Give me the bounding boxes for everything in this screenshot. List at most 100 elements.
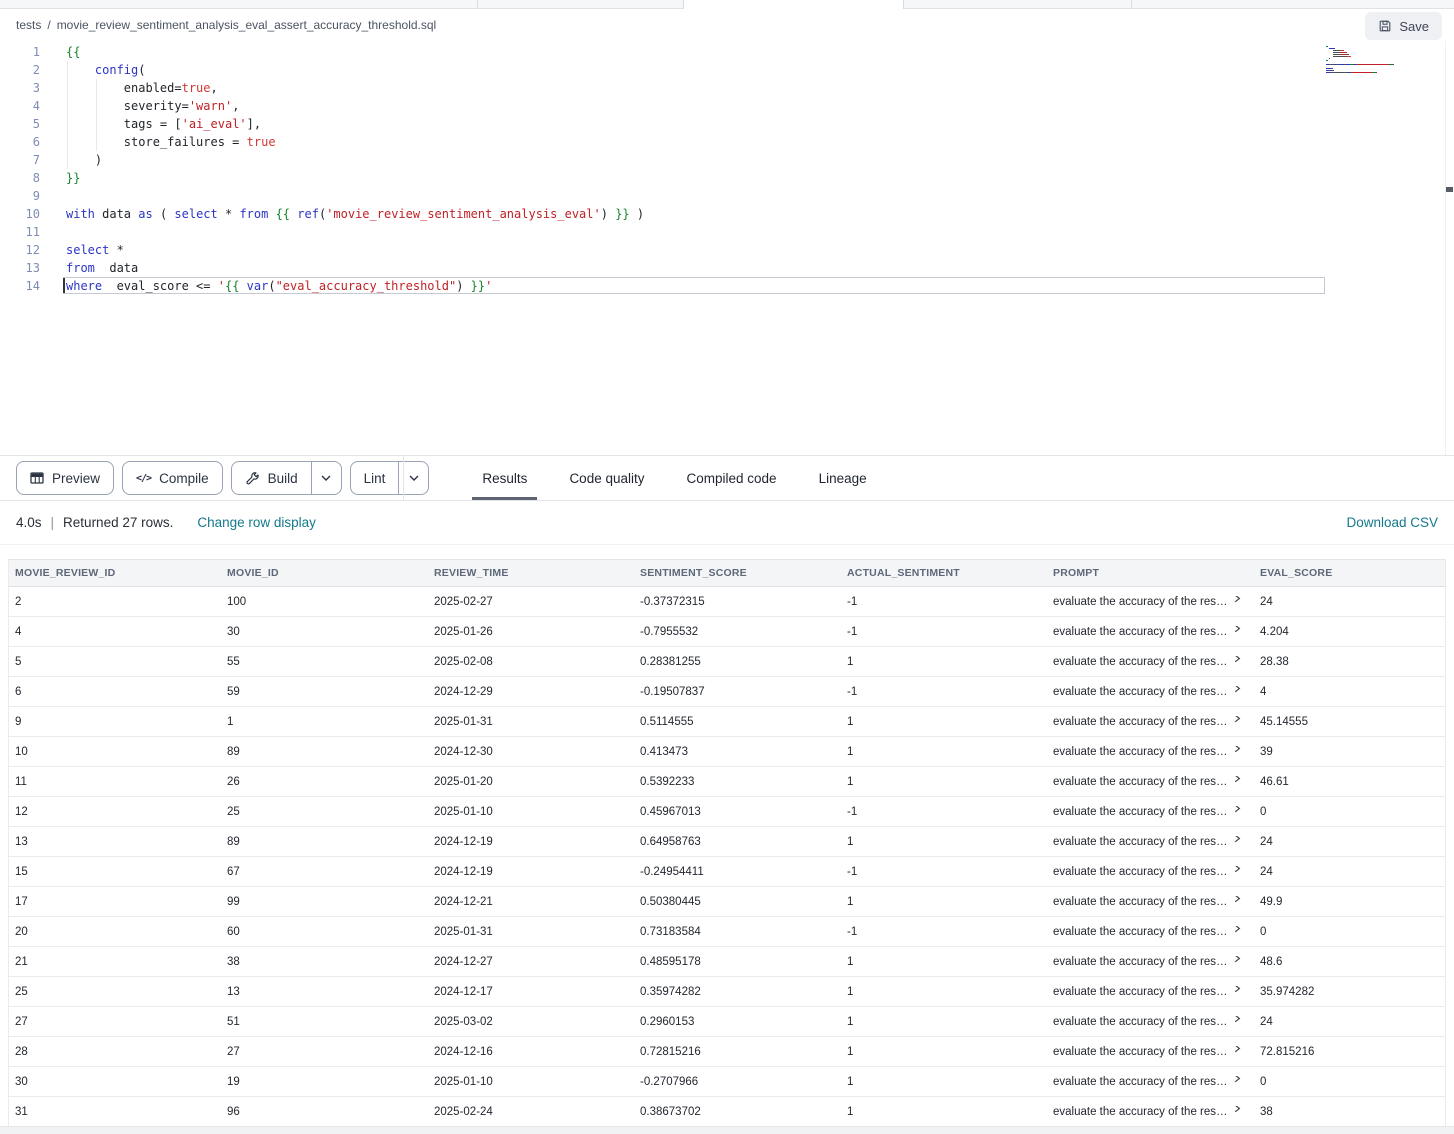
cell-review_time: 2025-02-27 xyxy=(428,596,634,608)
expand-cell-icon[interactable] xyxy=(1234,776,1241,786)
expand-cell-icon[interactable] xyxy=(1234,626,1241,636)
cell-movie_review_id: 9 xyxy=(9,716,221,728)
vertical-scrollbar-thumb[interactable] xyxy=(1446,187,1453,192)
code-line[interactable]: 14where eval_score <= '{{ var("eval_accu… xyxy=(0,277,1454,295)
cell-sentiment_score: 0.45967013 xyxy=(634,806,841,818)
code-line[interactable]: 9 xyxy=(0,187,1454,205)
code-line[interactable]: 12select * xyxy=(0,241,1454,259)
cell-movie_review_id: 31 xyxy=(9,1106,221,1118)
cell-movie_id: 30 xyxy=(221,626,428,638)
expand-cell-icon[interactable] xyxy=(1234,956,1241,966)
change-row-display-link[interactable]: Change row display xyxy=(197,515,316,530)
expand-cell-icon[interactable] xyxy=(1234,866,1241,876)
cell-eval_score: 24 xyxy=(1254,836,1445,848)
breadcrumb-folder[interactable]: tests xyxy=(16,18,41,32)
code-line[interactable]: 7 ) xyxy=(0,151,1454,169)
preview-button[interactable]: Preview xyxy=(17,462,113,494)
cell-review_time: 2024-12-29 xyxy=(428,686,634,698)
save-button-label: Save xyxy=(1399,19,1429,34)
column-header-prompt: PROMPT xyxy=(1047,567,1254,579)
minimap-line xyxy=(1326,64,1438,65)
cell-actual_sentiment: 1 xyxy=(841,956,1047,968)
code-text: store_failures = true xyxy=(40,133,276,151)
cell-prompt: evaluate the accuracy of the res… xyxy=(1047,716,1254,728)
compile-button[interactable]: </>Compile xyxy=(123,462,222,494)
minimap-line xyxy=(1326,66,1438,67)
cell-review_time: 2024-12-19 xyxy=(428,836,634,848)
expand-cell-icon[interactable] xyxy=(1234,1016,1241,1026)
expand-cell-icon[interactable] xyxy=(1234,986,1241,996)
code-line[interactable]: 2 config( xyxy=(0,61,1454,79)
cell-review_time: 2024-12-16 xyxy=(428,1046,634,1058)
cell-actual_sentiment: -1 xyxy=(841,596,1047,608)
active-file-tab[interactable] xyxy=(683,0,904,9)
code-editor[interactable]: 1{{2 config(3 enabled=true,4 severity='w… xyxy=(0,41,1454,455)
table-row: 4302025-01-26-0.7955532-1evaluate the ac… xyxy=(9,617,1445,647)
expand-cell-icon[interactable] xyxy=(1234,1076,1241,1086)
build-button[interactable]: Build xyxy=(232,462,311,494)
expand-cell-icon[interactable] xyxy=(1234,806,1241,816)
tab-lineage[interactable]: Lineage xyxy=(809,456,877,500)
download-csv-link[interactable]: Download CSV xyxy=(1346,515,1438,530)
cell-movie_review_id: 6 xyxy=(9,686,221,698)
code-text xyxy=(40,223,66,241)
cell-prompt: evaluate the accuracy of the res… xyxy=(1047,626,1254,638)
expand-cell-icon[interactable] xyxy=(1234,596,1241,606)
minimap-line xyxy=(1326,62,1438,63)
cell-sentiment_score: -0.24954411 xyxy=(634,866,841,878)
expand-cell-icon[interactable] xyxy=(1234,1106,1241,1116)
cell-actual_sentiment: 1 xyxy=(841,1106,1047,1118)
code-text: tags = ['ai_eval'], xyxy=(40,115,261,133)
prompt-preview-text: evaluate the accuracy of the res… xyxy=(1053,896,1228,908)
expand-cell-icon[interactable] xyxy=(1234,656,1241,666)
expand-cell-icon[interactable] xyxy=(1234,746,1241,756)
results-tabs: Results Code quality Compiled code Lineage xyxy=(461,456,887,500)
text-cursor xyxy=(63,278,65,293)
expand-cell-icon[interactable] xyxy=(1234,686,1241,696)
minimap-line xyxy=(1326,68,1438,69)
expand-cell-icon[interactable] xyxy=(1234,1046,1241,1056)
chevron-down-icon xyxy=(409,475,419,481)
tab-compiled-code[interactable]: Compiled code xyxy=(677,456,787,500)
cell-prompt: evaluate the accuracy of the res… xyxy=(1047,866,1254,878)
code-line[interactable]: 11 xyxy=(0,223,1454,241)
breadcrumb-bar: tests / movie_review_sentiment_analysis_… xyxy=(0,9,1454,41)
editor-minimap[interactable] xyxy=(1326,46,1438,74)
cell-review_time: 2025-03-02 xyxy=(428,1016,634,1028)
cell-eval_score: 0 xyxy=(1254,1076,1445,1088)
cell-sentiment_score: -0.19507837 xyxy=(634,686,841,698)
table-row: 10892024-12-300.4134731evaluate the accu… xyxy=(9,737,1445,767)
code-line[interactable]: 4 severity='warn', xyxy=(0,97,1454,115)
expand-cell-icon[interactable] xyxy=(1234,926,1241,936)
cell-movie_review_id: 17 xyxy=(9,896,221,908)
cell-sentiment_score: -0.37372315 xyxy=(634,596,841,608)
expand-cell-icon[interactable] xyxy=(1234,896,1241,906)
tab-results[interactable]: Results xyxy=(472,456,537,500)
line-number: 11 xyxy=(0,223,40,241)
lint-button[interactable]: Lint xyxy=(351,462,399,494)
save-button[interactable]: Save xyxy=(1365,12,1442,40)
prompt-preview-text: evaluate the accuracy of the res… xyxy=(1053,746,1228,758)
cell-actual_sentiment: 1 xyxy=(841,716,1047,728)
code-line[interactable]: 8}} xyxy=(0,169,1454,187)
code-line[interactable]: 13from data xyxy=(0,259,1454,277)
code-line[interactable]: 5 tags = ['ai_eval'], xyxy=(0,115,1454,133)
horizontal-scrollbar[interactable] xyxy=(0,1126,1454,1134)
lint-button-label: Lint xyxy=(364,471,386,486)
expand-cell-icon[interactable] xyxy=(1234,836,1241,846)
code-line[interactable]: 1{{ xyxy=(0,43,1454,61)
tab-code-quality[interactable]: Code quality xyxy=(559,456,654,500)
code-icon: </> xyxy=(136,473,151,484)
cell-eval_score: 48.6 xyxy=(1254,956,1445,968)
build-dropdown-toggle[interactable] xyxy=(311,462,341,494)
cell-sentiment_score: -0.2707966 xyxy=(634,1076,841,1088)
code-line[interactable]: 3 enabled=true, xyxy=(0,79,1454,97)
code-line[interactable]: 10with data as ( select * from {{ ref('m… xyxy=(0,205,1454,223)
cell-eval_score: 28.38 xyxy=(1254,656,1445,668)
code-line[interactable]: 6 store_failures = true xyxy=(0,133,1454,151)
line-number: 6 xyxy=(0,133,40,151)
cell-movie_id: 19 xyxy=(221,1076,428,1088)
table-row: 30192025-01-10-0.27079661evaluate the ac… xyxy=(9,1067,1445,1097)
breadcrumb[interactable]: tests / movie_review_sentiment_analysis_… xyxy=(16,18,436,32)
expand-cell-icon[interactable] xyxy=(1234,716,1241,726)
